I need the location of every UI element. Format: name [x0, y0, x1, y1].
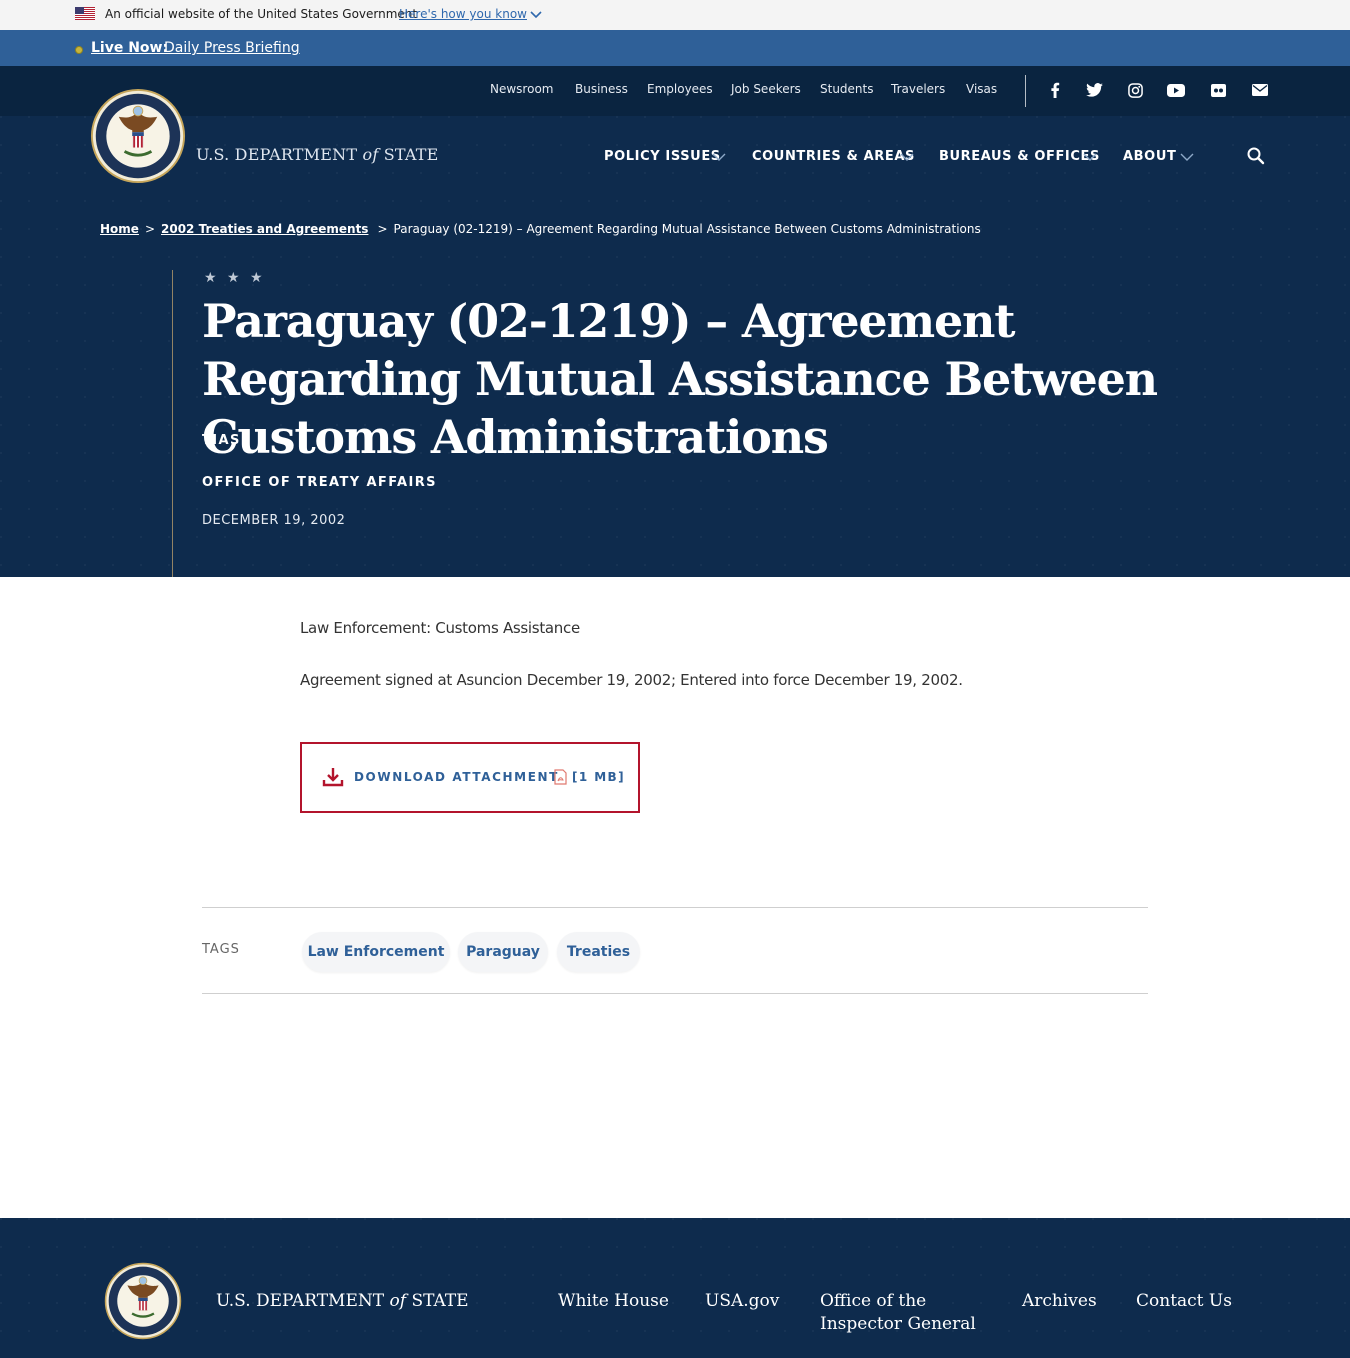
nav-bureaus-offices[interactable]: BUREAUS & OFFICES [939, 149, 1100, 164]
download-label: DOWNLOAD ATTACHMENT [354, 770, 559, 784]
flickr-icon[interactable] [1209, 81, 1227, 99]
instagram-icon[interactable] [1126, 81, 1144, 99]
tag-treaties[interactable]: Treaties [557, 932, 640, 972]
tags-divider [202, 993, 1148, 994]
breadcrumb-current: Paraguay (02-1219) – Agreement Regarding… [393, 222, 981, 236]
live-now-bar: Live Now: Daily Press Briefing [0, 30, 1350, 66]
util-link-business[interactable]: Business [575, 82, 628, 96]
live-now-link[interactable]: Daily Press Briefing [164, 40, 300, 56]
office-name: OFFICE OF TREATY AFFAIRS [202, 475, 437, 490]
tags-divider [202, 907, 1148, 908]
how-you-know-link[interactable]: Here's how you know [399, 7, 527, 21]
site-footer: U.S. DEPARTMENT of STATE White House USA… [0, 1218, 1350, 1358]
download-icon [322, 768, 344, 787]
breadcrumb-separator: > [377, 222, 388, 236]
pdf-file-icon [554, 769, 567, 785]
search-icon[interactable] [1246, 146, 1266, 166]
footer-wordmark[interactable]: U.S. DEPARTMENT of STATE [216, 1291, 469, 1311]
gov-banner: An official website of the United States… [0, 0, 1350, 30]
subject-text: Law Enforcement: Customs Assistance [300, 619, 580, 637]
email-icon[interactable] [1251, 81, 1269, 99]
util-link-travelers[interactable]: Travelers [891, 82, 945, 96]
tags-label: TAGS [202, 942, 240, 957]
download-size: [1 MB] [572, 770, 625, 784]
breadcrumb: Home >2002 Treaties and Agreements > Paragu… [100, 222, 981, 236]
util-link-job-seekers[interactable]: Job Seekers [731, 82, 801, 96]
breadcrumb-section[interactable]: 2002 Treaties and Agreements [161, 222, 368, 236]
breadcrumb-home[interactable]: Home [100, 222, 139, 236]
footer-link-usa-gov[interactable]: USA.gov [705, 1290, 779, 1313]
facebook-icon[interactable] [1046, 81, 1064, 99]
page-title: Paraguay (02-1219) – Agreement Regarding… [202, 294, 1158, 464]
publish-date: DECEMBER 19, 2002 [202, 513, 346, 528]
footer-link-archives[interactable]: Archives [1022, 1290, 1097, 1313]
download-attachment-button[interactable]: DOWNLOAD ATTACHMENT [1 MB] [300, 742, 640, 813]
util-link-visas[interactable]: Visas [966, 82, 997, 96]
twitter-icon[interactable] [1085, 81, 1103, 99]
state-department-seal-logo[interactable] [90, 88, 186, 184]
breadcrumb-separator: > [144, 222, 155, 236]
live-indicator-icon [75, 46, 83, 54]
footer-link-contact-us[interactable]: Contact Us [1136, 1290, 1232, 1313]
chevron-down-icon[interactable] [529, 9, 543, 21]
live-now-label[interactable]: Live Now: [91, 40, 168, 56]
youtube-icon[interactable] [1167, 81, 1185, 99]
footer-link-inspector-general[interactable]: Office of the Inspector General [820, 1290, 980, 1336]
util-link-employees[interactable]: Employees [647, 82, 713, 96]
state-department-seal-logo[interactable] [104, 1262, 182, 1340]
util-link-newsroom[interactable]: Newsroom [490, 82, 553, 96]
nav-about[interactable]: ABOUT [1123, 149, 1176, 164]
tag-law-enforcement[interactable]: Law Enforcement [302, 932, 450, 972]
stars-decoration: ★ ★ ★ [204, 270, 266, 286]
tag-paraguay[interactable]: Paraguay [458, 932, 548, 972]
util-link-students[interactable]: Students [820, 82, 874, 96]
chevron-down-icon[interactable] [1180, 153, 1194, 162]
nav-policy-issues[interactable]: POLICY ISSUES [604, 149, 721, 164]
chevron-down-icon[interactable] [1083, 153, 1097, 162]
chevron-down-icon[interactable] [712, 153, 726, 162]
us-flag-icon [75, 7, 95, 20]
utility-nav: Newsroom Business Employees Job Seekers … [0, 66, 1350, 116]
site-wordmark[interactable]: U.S. DEPARTMENT of STATE [196, 145, 439, 164]
chevron-down-icon[interactable] [900, 153, 914, 162]
footer-link-white-house[interactable]: White House [558, 1290, 669, 1313]
content-category: TIAS [202, 433, 241, 448]
hero-divider [172, 270, 173, 577]
nav-countries-areas[interactable]: COUNTRIES & AREAS [752, 149, 915, 164]
nav-divider [1025, 75, 1026, 107]
summary-text: Agreement signed at Asuncion December 19… [300, 671, 963, 689]
gov-banner-text: An official website of the United States… [105, 7, 418, 21]
